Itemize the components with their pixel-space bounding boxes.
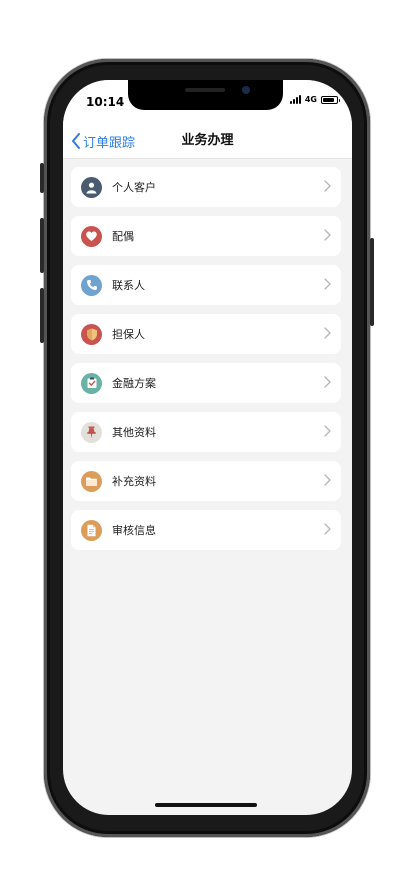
menu-item-label: 补充资料 <box>112 475 156 488</box>
person-icon <box>81 176 102 198</box>
chevron-right-icon <box>324 425 331 437</box>
menu-item-label: 审核信息 <box>112 524 156 537</box>
menu-item-review-info[interactable]: 审核信息 <box>71 510 341 550</box>
menu-item-personal-customer[interactable]: 个人客户 <box>71 167 341 207</box>
menu-item-guarantor[interactable]: 担保人 <box>71 314 341 354</box>
checklist-icon <box>81 372 102 394</box>
document-icon <box>81 519 102 541</box>
menu-item-label: 配偶 <box>112 230 134 243</box>
menu-list: 个人客户 配偶 联系人 担保人 金融方案 其他资料 补充资料 审核信息 <box>71 167 341 559</box>
chevron-right-icon <box>324 376 331 388</box>
volume-up-button <box>40 218 44 273</box>
chevron-right-icon <box>324 474 331 486</box>
home-indicator[interactable] <box>155 803 257 807</box>
network-type: 4G <box>304 95 317 104</box>
mute-switch <box>40 163 44 193</box>
menu-item-financial-plan[interactable]: 金融方案 <box>71 363 341 403</box>
menu-item-label: 个人客户 <box>112 181 156 194</box>
menu-item-other-documents[interactable]: 其他资料 <box>71 412 341 452</box>
page-title: 业务办理 <box>181 133 234 148</box>
chevron-right-icon <box>324 180 331 192</box>
navigation-bar: 订单跟踪 业务办理 <box>63 124 352 159</box>
menu-item-spouse[interactable]: 配偶 <box>71 216 341 256</box>
status-time: 10:14 <box>86 95 125 109</box>
chevron-right-icon <box>324 278 331 290</box>
volume-down-button <box>40 288 44 343</box>
battery-icon <box>321 95 340 104</box>
phone-icon <box>81 274 102 296</box>
notch <box>128 80 283 110</box>
power-button <box>370 238 374 326</box>
menu-item-label: 联系人 <box>112 279 145 292</box>
app-screen: 10:14 4G 订单跟踪 业务办理 个人客户 配偶 联系人 担保人 金融方案 … <box>63 80 352 815</box>
front-camera <box>242 86 250 94</box>
menu-item-label: 金融方案 <box>112 377 156 390</box>
chevron-right-icon <box>324 327 331 339</box>
menu-item-contacts[interactable]: 联系人 <box>71 265 341 305</box>
menu-item-label: 其他资料 <box>112 426 156 439</box>
chevron-right-icon <box>324 523 331 535</box>
speaker-grill <box>185 88 225 92</box>
heart-icon <box>81 225 102 247</box>
signal-icon <box>289 95 301 104</box>
menu-item-label: 担保人 <box>112 328 145 341</box>
chevron-right-icon <box>324 229 331 241</box>
status-icons: 4G <box>289 95 340 104</box>
shield-icon <box>81 323 102 345</box>
menu-item-supplementary-documents[interactable]: 补充资料 <box>71 461 341 501</box>
folder-icon <box>81 470 102 492</box>
pushpin-icon <box>81 421 102 443</box>
